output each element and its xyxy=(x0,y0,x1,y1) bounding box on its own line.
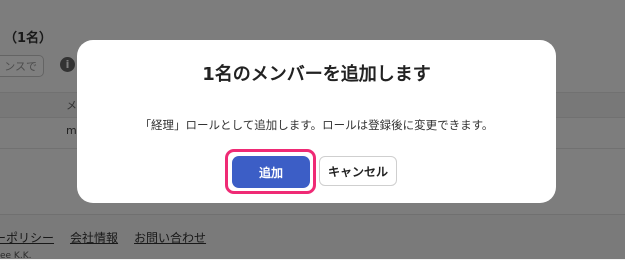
cancel-button[interactable]: キャンセル xyxy=(319,156,397,186)
add-member-dialog: 1名のメンバーを追加します 「経理」ロールとして追加します。ロールは登録後に変更… xyxy=(77,40,556,203)
add-button[interactable]: 追加 xyxy=(232,156,310,188)
dialog-title: 1名のメンバーを追加します xyxy=(202,64,431,85)
dialog-message: 「経理」ロールとして追加します。ロールは登録後に変更できます。 xyxy=(139,118,494,132)
